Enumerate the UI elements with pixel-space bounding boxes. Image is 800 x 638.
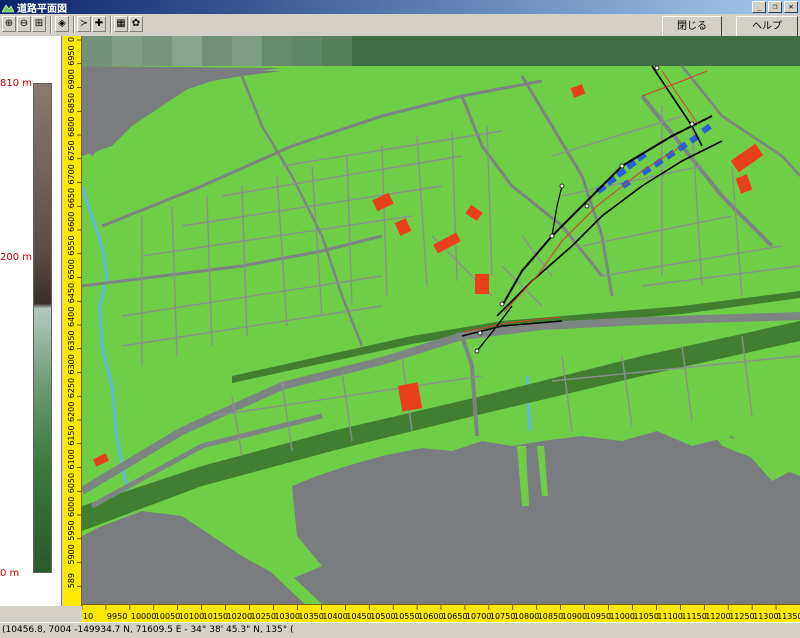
title-bar: 道路平面図 _ ❐ ✕ <box>0 0 800 15</box>
ruler-label: 10650 <box>442 612 467 621</box>
ruler-label: 10400 <box>322 612 347 621</box>
app-icon <box>2 4 14 13</box>
ruler-label: 589 <box>67 573 76 588</box>
ruler-label: 6000 <box>67 497 76 517</box>
elevation-legend: 810 m 200 m 0 m <box>0 36 62 606</box>
close-button[interactable]: 閉じる <box>662 16 722 37</box>
ruler-label: 6950 <box>67 45 76 65</box>
ruler-label: 10700 <box>466 612 491 621</box>
map-canvas[interactable] <box>82 36 800 604</box>
plan-tool-icon[interactable]: ✚ <box>92 16 106 32</box>
help-button[interactable]: ヘルプ <box>736 16 798 37</box>
ruler-label: 10800 <box>514 612 539 621</box>
ruler-label: 10350 <box>298 612 323 621</box>
ruler-label: 6050 <box>67 473 76 493</box>
ruler-label: 11250 <box>729 612 754 621</box>
ruler-label: 6300 <box>67 354 76 374</box>
ruler-label: 6350 <box>67 330 76 350</box>
ruler-label: 9950 <box>107 612 127 621</box>
ruler-label: 10950 <box>586 612 611 621</box>
status-bar: (10456.8, 7004 -149934.7 N, 71609.5 E - … <box>0 622 800 638</box>
grid-tool-icon[interactable]: ▦ <box>114 16 128 32</box>
ruler-label: 6650 <box>67 188 76 208</box>
legend-top-label: 810 m <box>0 78 33 89</box>
ruler-label: 10600 <box>418 612 443 621</box>
select-tool-icon[interactable]: ◈ <box>55 16 69 32</box>
ruler-label: 6150 <box>67 425 76 445</box>
window-title: 道路平面図 <box>17 3 67 15</box>
ruler-label: 6900 <box>67 69 76 89</box>
toolbar-separator <box>73 16 75 33</box>
ruler-label: 10850 <box>538 612 563 621</box>
ruler-label: 10500 <box>370 612 395 621</box>
ruler-label: 11100 <box>657 612 682 621</box>
ruler-label: 10150 <box>203 612 228 621</box>
fit-view-icon[interactable]: ⊞ <box>32 16 46 32</box>
ruler-label: 11050 <box>633 612 658 621</box>
ruler-label: 6750 <box>67 140 76 160</box>
ruler-label: 11000 <box>610 612 635 621</box>
ruler-label: 6450 <box>67 283 76 303</box>
ruler-label: 6800 <box>67 117 76 137</box>
ruler-label: 10750 <box>490 612 515 621</box>
ruler-label: 10000 <box>131 612 156 621</box>
toolbar-separator <box>50 16 52 33</box>
ruler-label: 6400 <box>67 307 76 327</box>
vertical-ruler-svg: 0 6950 6900 6850 6800 6750 6700 6650 6600 6550 650… <box>67 37 81 588</box>
elevation-gradient-bar <box>33 83 52 573</box>
ruler-label: 10200 <box>227 612 252 621</box>
ruler-label: 10450 <box>346 612 371 621</box>
ruler-label: 0 <box>67 37 76 42</box>
ruler-label: 6250 <box>67 378 76 398</box>
layer-tool-icon[interactable]: ✿ <box>129 16 143 32</box>
ruler-label: 10300 <box>274 612 299 621</box>
ruler-label: 10050 <box>155 612 180 621</box>
close-window-button[interactable]: ✕ <box>784 1 798 13</box>
ruler-label: 11150 <box>681 612 706 621</box>
ruler-label: 6500 <box>67 259 76 279</box>
ruler-label: 10250 <box>251 612 276 621</box>
ruler-label: 5950 <box>67 520 76 540</box>
ruler-label: 6600 <box>67 212 76 232</box>
legend-mid-label: 200 m <box>0 252 33 263</box>
restore-button[interactable]: ❐ <box>768 1 782 13</box>
ruler-label: 11200 <box>705 612 730 621</box>
map-svg[interactable] <box>82 36 800 604</box>
ruler-label: 6550 <box>67 235 76 255</box>
ruler-label: 10550 <box>394 612 419 621</box>
road-plan-window: 道路平面図 _ ❐ ✕ ⊕ ⊖ ⊞ ◈ ≻ ✚ ▦ ✿ 閉じる ヘルプ 810 … <box>0 0 800 638</box>
ruler-label: 6700 <box>67 164 76 184</box>
toolbar-separator <box>110 16 112 33</box>
ruler-label: 10900 <box>562 612 587 621</box>
zoom-in-icon[interactable]: ⊕ <box>2 16 16 32</box>
ruler-label: 11350 <box>777 612 800 621</box>
ruler-label: 10 <box>83 612 93 621</box>
ruler-label: 10100 <box>179 612 204 621</box>
horizontal-ruler-svg: 10 9950 1000010050101001015010200102501030… <box>82 605 800 621</box>
horizontal-ruler: 10 9950 10000 10050 10100 10150 10200 10250 1030… <box>82 604 800 622</box>
zoom-out-icon[interactable]: ⊖ <box>17 16 31 32</box>
legend-bottom-label: 0 m <box>0 568 20 579</box>
ruler-label: 6850 <box>67 93 76 113</box>
ruler-label: 11300 <box>753 612 778 621</box>
ruler-label: 5900 <box>67 544 76 564</box>
ruler-label: 6200 <box>67 402 76 422</box>
blurred-tiles <box>82 36 352 66</box>
minimize-button[interactable]: _ <box>752 1 766 13</box>
cross-section-tool-icon[interactable]: ≻ <box>77 16 91 32</box>
ruler-label: 6100 <box>67 449 76 469</box>
vertical-ruler: 0 6950 6900 6850 6800 6750 6700 6650 6600 6550 650… <box>63 36 82 606</box>
